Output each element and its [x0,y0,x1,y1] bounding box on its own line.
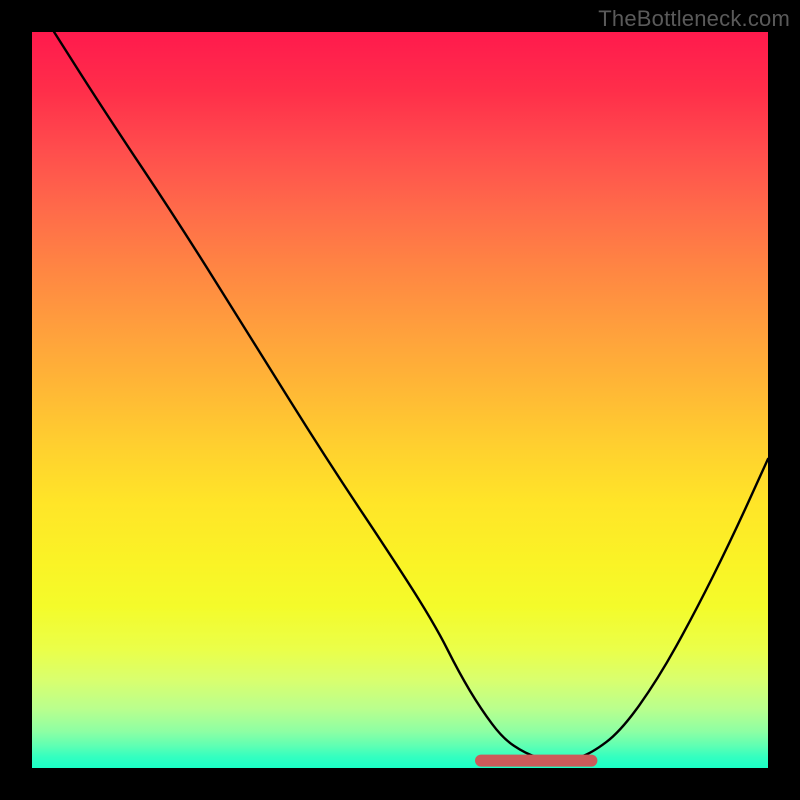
watermark-text: TheBottleneck.com [598,6,790,32]
chart-frame: TheBottleneck.com [0,0,800,800]
curve-svg [32,32,768,768]
plot-area [32,32,768,768]
bottleneck-curve-path [54,32,768,761]
